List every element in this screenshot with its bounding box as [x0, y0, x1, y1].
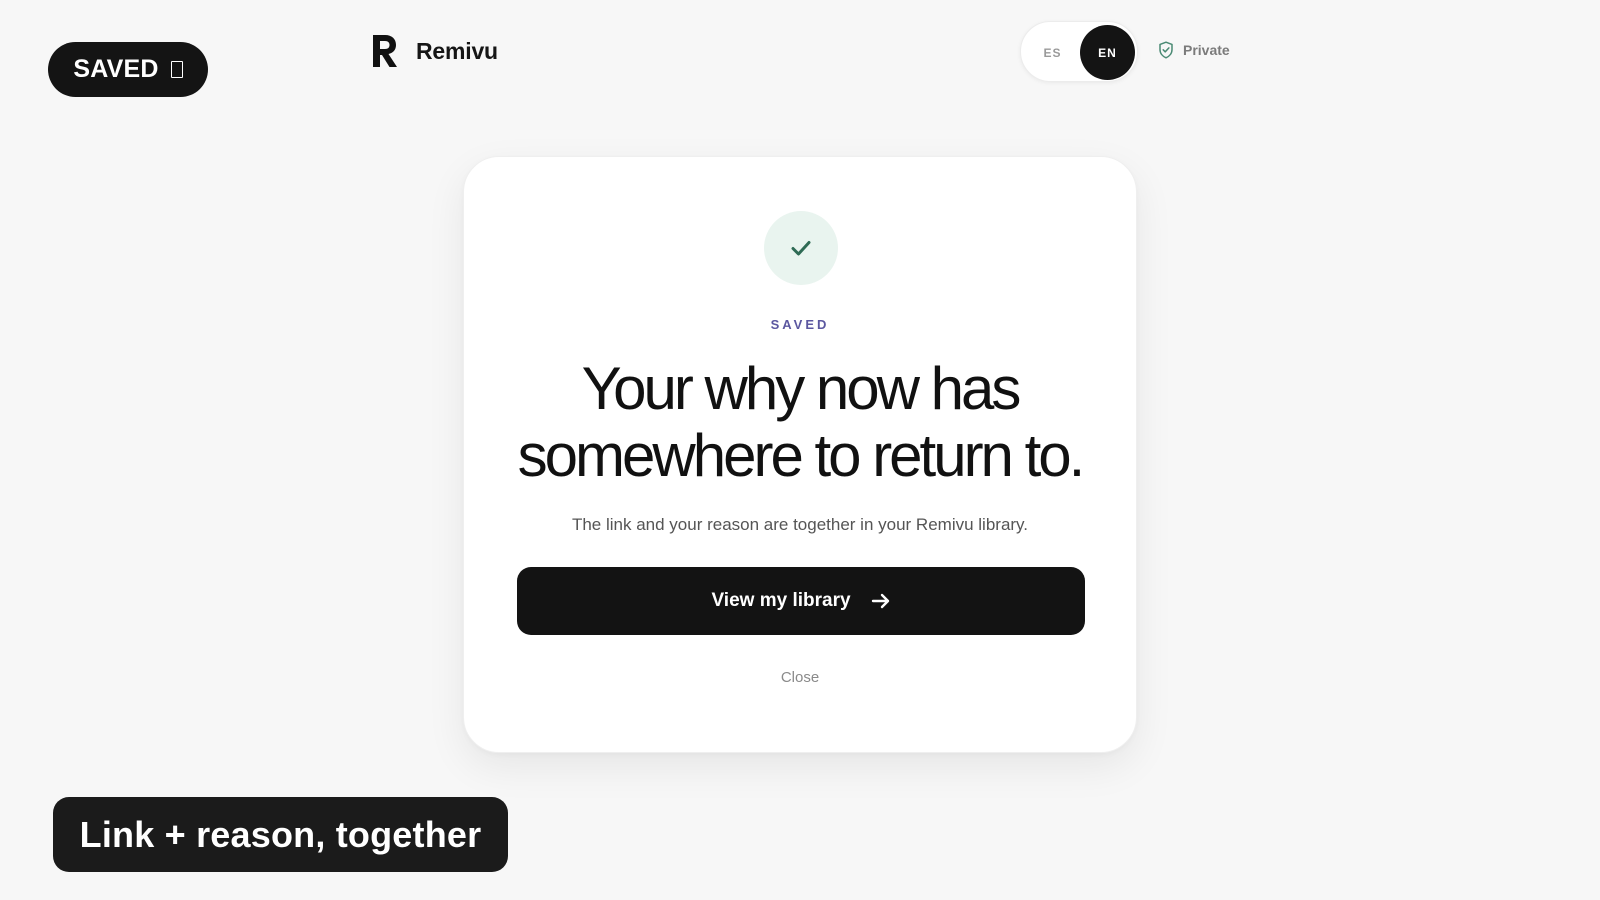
confirmation-subtext: The link and your reason are together in…	[571, 515, 1029, 534]
view-library-label: View my library	[711, 590, 851, 611]
caption-overlay: Link + reason, together	[53, 797, 508, 872]
saved-pill-label: SAVED	[73, 55, 159, 83]
check-icon	[791, 241, 811, 256]
confirmation-headline: Your why now has somewhere to return to.	[484, 355, 1116, 489]
brand: Remivu	[370, 33, 498, 69]
saved-status-pill: SAVED	[48, 42, 208, 97]
status-eyebrow: SAVED	[770, 317, 830, 332]
language-toggle: ES EN	[1020, 21, 1138, 82]
brand-name: Remivu	[416, 37, 498, 64]
language-option-en[interactable]: EN	[1080, 25, 1135, 80]
close-link[interactable]: Close	[464, 669, 1136, 686]
privacy-label: Private	[1183, 42, 1230, 58]
square-glyph-icon	[170, 61, 183, 78]
language-option-es[interactable]: ES	[1025, 25, 1080, 80]
arrow-right-icon	[871, 593, 889, 609]
headline-line-2: somewhere to return to.	[517, 422, 1086, 489]
shield-check-icon	[1159, 41, 1173, 59]
view-library-button[interactable]: View my library	[517, 567, 1085, 635]
brand-logo-icon	[373, 35, 397, 67]
success-badge	[764, 211, 838, 285]
privacy-indicator: Private	[1158, 41, 1230, 59]
headline-line-1: Your why now has	[581, 355, 1022, 422]
confirmation-card: SAVED Your why now has somewhere to retu…	[463, 156, 1137, 753]
